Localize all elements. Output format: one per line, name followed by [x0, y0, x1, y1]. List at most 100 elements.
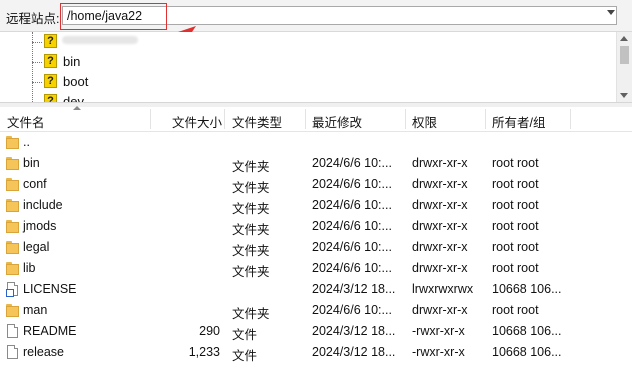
file-permissions: drwxr-xr-x — [412, 156, 468, 170]
file-name: README — [23, 324, 77, 338]
file-name: bin — [23, 156, 40, 170]
file-row[interactable]: lib 文件夹 2024/6/6 10:... drwxr-xr-x root root — [0, 258, 632, 279]
file-size: 1,233 — [188, 345, 220, 359]
file-name: LICENSE — [23, 282, 77, 296]
file-name: include — [23, 198, 63, 212]
file-row[interactable]: conf 文件夹 2024/6/6 10:... drwxr-xr-x root roo… — [0, 174, 632, 195]
file-row[interactable]: jmods 文件夹 2024/6/6 10:... drwxr-xr-x root ro… — [0, 216, 632, 237]
folder-icon — [6, 199, 19, 212]
file-size: 290 — [199, 324, 220, 338]
file-modified: 2024/6/6 10:... — [312, 156, 392, 170]
column-header-permissions[interactable]: 权限 — [412, 112, 437, 131]
column-header-name[interactable]: 文件名 — [7, 112, 45, 131]
file-icon — [7, 324, 18, 338]
file-type: 文件夹 — [232, 181, 270, 195]
file-name: legal — [23, 240, 50, 254]
file-permissions: -rwxr-xr-x — [412, 324, 465, 338]
tree-connector — [32, 82, 42, 83]
column-header-modified[interactable]: 最近修改 — [312, 112, 362, 131]
file-icon — [7, 345, 18, 359]
symlink-file-icon — [6, 282, 18, 297]
remote-site-bar: 远程站点: — [0, 0, 632, 32]
file-owner: 10668 106... — [492, 345, 562, 359]
remote-path-input[interactable] — [62, 6, 617, 25]
file-owner: root root — [492, 198, 539, 212]
tree-scrollbar[interactable] — [616, 32, 632, 102]
file-type: 文件夹 — [232, 202, 270, 216]
question-folder-icon: ? — [44, 34, 57, 48]
remote-directory-tree: ? ? bin ? boot ? dev — [0, 32, 632, 102]
column-divider[interactable] — [150, 109, 151, 129]
question-folder-icon: ? — [44, 74, 57, 88]
file-type: 文件夹 — [232, 223, 270, 237]
file-modified: 2024/6/6 10:... — [312, 261, 392, 275]
file-owner: 10668 106... — [492, 282, 562, 296]
file-permissions: drwxr-xr-x — [412, 303, 468, 317]
column-divider[interactable] — [570, 109, 571, 129]
column-header-owner[interactable]: 所有者/组 — [492, 112, 545, 131]
file-owner: root root — [492, 303, 539, 317]
file-row[interactable]: man 文件夹 2024/6/6 10:... drwxr-xr-x root root — [0, 300, 632, 321]
file-type: 文件夹 — [232, 265, 270, 279]
file-name: man — [23, 303, 48, 317]
tree-item-label: boot — [63, 74, 89, 89]
file-owner: root root — [492, 156, 539, 170]
column-header-type[interactable]: 文件类型 — [232, 112, 282, 131]
file-row[interactable]: release 1,233 文件 2024/3/12 18... -rwxr-xr-x 1… — [0, 342, 632, 363]
sort-ascending-icon — [73, 106, 81, 110]
column-divider[interactable] — [485, 109, 486, 129]
file-modified: 2024/6/6 10:... — [312, 303, 392, 317]
question-folder-icon: ? — [44, 54, 57, 68]
file-name: conf — [23, 177, 47, 191]
file-owner: root root — [492, 177, 539, 191]
column-divider[interactable] — [305, 109, 306, 129]
file-type: 文件夹 — [232, 244, 270, 258]
tree-item-label: dev — [63, 94, 84, 102]
file-modified: 2024/6/6 10:... — [312, 198, 392, 212]
file-owner: 10668 106... — [492, 324, 562, 338]
file-permissions: drwxr-xr-x — [412, 240, 468, 254]
file-owner: root root — [492, 261, 539, 275]
folder-icon — [6, 136, 19, 149]
file-list-header: 文件名 文件大小 文件类型 最近修改 权限 所有者/组 — [0, 106, 632, 132]
folder-icon — [6, 304, 19, 317]
file-permissions: -rwxr-xr-x — [412, 345, 465, 359]
file-row[interactable]: .. — [0, 132, 632, 153]
file-permissions: drwxr-xr-x — [412, 261, 468, 275]
folder-icon — [6, 157, 19, 170]
file-owner: root root — [492, 219, 539, 233]
tree-connector — [32, 62, 42, 63]
file-permissions: drwxr-xr-x — [412, 219, 468, 233]
scroll-down-icon[interactable] — [620, 93, 628, 98]
file-modified: 2024/3/12 18... — [312, 282, 396, 296]
file-row[interactable]: bin 文件夹 2024/6/6 10:... drwxr-xr-x root root — [0, 153, 632, 174]
tree-item-label: bin — [63, 54, 81, 69]
file-modified: 2024/6/6 10:... — [312, 240, 392, 254]
column-divider[interactable] — [405, 109, 406, 129]
file-row[interactable]: legal 文件夹 2024/6/6 10:... drwxr-xr-x root ro… — [0, 237, 632, 258]
scroll-up-icon[interactable] — [620, 36, 628, 41]
scrollbar-thumb[interactable] — [620, 46, 629, 64]
remote-site-label: 远程站点: — [6, 12, 60, 26]
redacted-text — [62, 36, 138, 44]
file-row[interactable]: LICENSE 2024/3/12 18... lrwxrwxrwx 10668 10… — [0, 279, 632, 300]
file-row[interactable]: README 290 文件 2024/3/12 18... -rwxr-xr-x 1066… — [0, 321, 632, 342]
file-name: jmods — [23, 219, 57, 233]
file-permissions: lrwxrwxrwx — [412, 282, 474, 296]
file-permissions: drwxr-xr-x — [412, 177, 468, 191]
file-row[interactable]: include 文件夹 2024/6/6 10:... drwxr-xr-x root … — [0, 195, 632, 216]
file-name: release — [23, 345, 64, 359]
folder-icon — [6, 241, 19, 254]
file-type: 文件夹 — [232, 307, 270, 321]
file-permissions: drwxr-xr-x — [412, 198, 468, 212]
file-type: 文件夹 — [232, 160, 270, 174]
question-folder-icon: ? — [44, 94, 57, 102]
column-divider[interactable] — [224, 109, 225, 129]
column-header-size[interactable]: 文件大小 — [172, 112, 222, 131]
tree-connector — [32, 42, 42, 43]
file-name: lib — [23, 261, 36, 275]
chevron-down-icon[interactable] — [607, 10, 615, 15]
file-type: 文件 — [232, 328, 258, 342]
file-owner: root root — [492, 240, 539, 254]
file-modified: 2024/6/6 10:... — [312, 219, 392, 233]
